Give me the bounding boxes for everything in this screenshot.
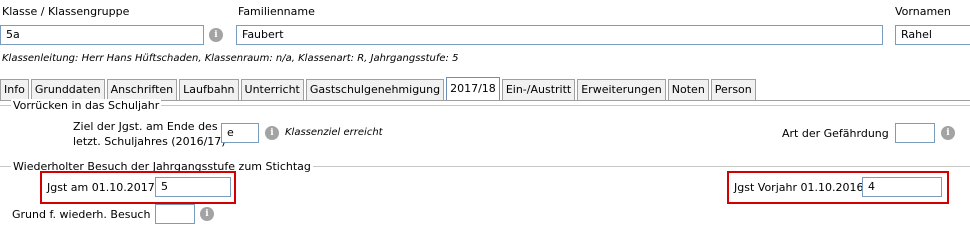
jgst-vorjahr-label: Jgst Vorjahr 01.10.2016 (734, 181, 864, 194)
jgst-label: Jgst am 01.10.2017 (47, 181, 155, 194)
tab-anschriften[interactable]: Anschriften (106, 79, 178, 100)
vorname-label: Vornamen (895, 5, 951, 18)
info-icon[interactable]: i (941, 126, 955, 140)
grund-field[interactable] (155, 204, 195, 224)
ziel-field[interactable]: e (221, 123, 259, 143)
familienname-field[interactable]: Faubert (236, 25, 883, 45)
tab-gastschulgenehmigung[interactable]: Gastschulgenehmigung (305, 79, 445, 100)
ziel-label-line2: letzt. Schuljahres (2016/17) (73, 135, 226, 148)
tab-noten[interactable]: Noten (667, 79, 709, 100)
tab-unterricht[interactable]: Unterricht (240, 79, 304, 100)
tab-info[interactable]: Info (0, 79, 29, 100)
info-icon[interactable]: i (265, 126, 279, 140)
ziel-label-line1: Ziel der Jgst. am Ende des (73, 120, 218, 133)
ziel-note: Klassenziel erreicht (285, 127, 383, 138)
gefaehrdung-label: Art der Gefährdung (782, 127, 889, 140)
familienname-label: Familienname (238, 5, 315, 18)
tab-bar: Info Grunddaten Anschriften Laufbahn Unterri… (0, 77, 758, 100)
jgst-vorjahr-field[interactable]: 4 (862, 177, 942, 197)
klasse-label: Klasse / Klassengruppe (2, 5, 130, 18)
vorname-field[interactable]: Rahel (895, 25, 970, 45)
section1-title: Vorrücken in das Schuljahr (11, 99, 162, 112)
klasse-field[interactable]: 5a (0, 25, 204, 45)
jgst-field[interactable]: 5 (155, 177, 231, 197)
tab-laufbahn[interactable]: Laufbahn (179, 79, 239, 100)
grund-label: Grund f. wiederh. Besuch (12, 208, 151, 221)
klassenleitung-info: Klassenleitung: Herr Hans Hüftschaden, K… (2, 53, 459, 64)
tab-ein-austritt[interactable]: Ein-/Austritt (501, 79, 576, 100)
tab-grunddaten[interactable]: Grunddaten (30, 79, 105, 100)
info-icon[interactable]: i (200, 207, 214, 221)
gefaehrdung-field[interactable] (895, 123, 935, 143)
tab-person[interactable]: Person (710, 79, 756, 100)
info-icon[interactable]: i (209, 28, 223, 42)
tab-erweiterungen[interactable]: Erweiterungen (577, 79, 666, 100)
tab-2017-18[interactable]: 2017/18 (446, 77, 500, 100)
